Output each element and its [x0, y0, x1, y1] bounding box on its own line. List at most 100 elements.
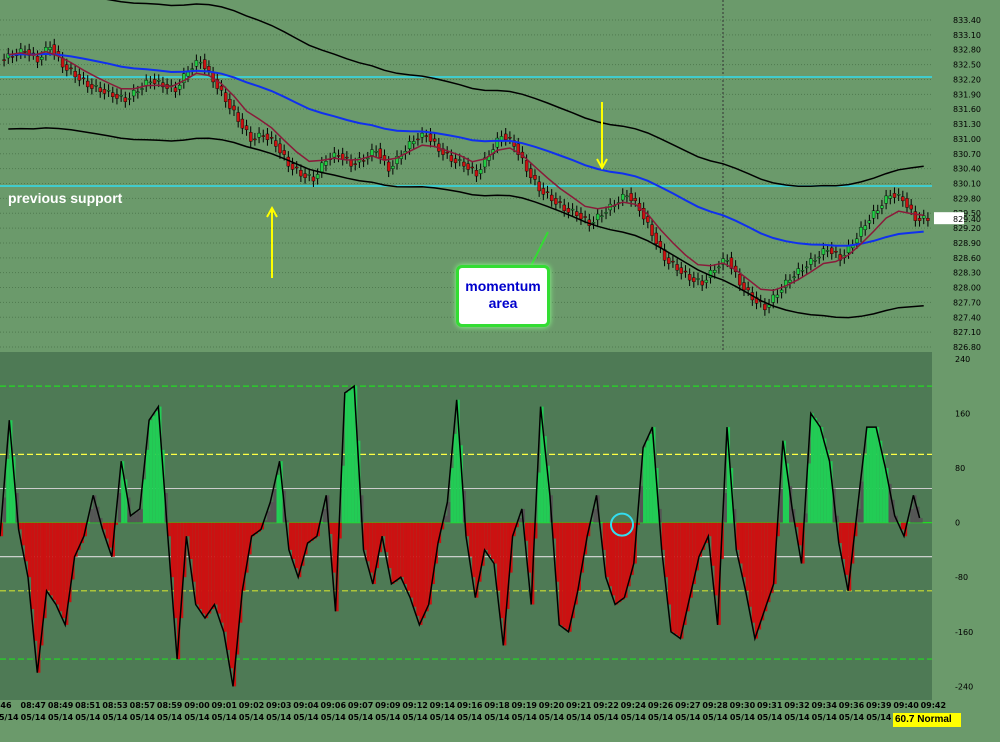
candle	[361, 160, 366, 162]
osc-bar	[472, 522, 476, 578]
candle	[111, 92, 115, 97]
osc-bar	[910, 508, 914, 523]
time-tick-label: 09:26	[648, 701, 674, 710]
candle	[633, 198, 637, 202]
candle	[692, 277, 696, 282]
osc-bar	[764, 522, 768, 612]
price-tick-label: 832.80	[953, 46, 981, 55]
candle	[148, 81, 153, 84]
candle	[830, 247, 834, 254]
osc-bar	[817, 422, 821, 523]
time-tick-label: 09:34	[812, 701, 838, 710]
osc-bar	[403, 522, 407, 584]
candle	[35, 56, 40, 63]
momentum-line2: area	[488, 295, 518, 311]
candle	[834, 251, 838, 253]
osc-bar	[860, 481, 864, 523]
osc-bar	[31, 522, 35, 610]
time-tick-label: 09:27	[675, 701, 700, 710]
osc-bar	[195, 522, 199, 605]
time-tick-label: 09:09	[375, 701, 401, 710]
time-tick-label: 08:53	[102, 701, 127, 710]
candle	[445, 151, 449, 154]
candle	[871, 210, 876, 219]
osc-bar	[767, 522, 771, 603]
candle	[922, 215, 926, 219]
osc-bar	[500, 522, 504, 619]
osc-bar	[841, 522, 846, 559]
candle	[884, 195, 888, 204]
osc-bar	[453, 433, 457, 523]
candle	[545, 191, 550, 193]
candle	[458, 159, 462, 161]
time-tick-label: 09:28	[702, 701, 728, 710]
ma-maroon-line	[8, 50, 924, 292]
status-badge: 60.7 Normal	[893, 713, 961, 727]
time-tick-label: 09:04	[293, 701, 319, 710]
candle	[311, 176, 316, 182]
price-tick-label: 826.80	[953, 343, 981, 352]
candle	[23, 51, 27, 53]
candle	[332, 152, 337, 158]
osc-bar	[413, 522, 417, 607]
candle	[152, 79, 157, 84]
price-tick-label: 829.20	[953, 224, 981, 233]
candle	[257, 132, 261, 138]
candle	[336, 155, 341, 157]
osc-bar	[525, 522, 529, 541]
osc-bar	[136, 511, 140, 523]
osc-bar	[671, 522, 675, 632]
osc-bar	[487, 522, 491, 555]
candle	[876, 210, 880, 214]
candle	[391, 165, 395, 169]
osc-bar	[55, 522, 60, 605]
osc-tick-label: -80	[955, 573, 968, 582]
price-tick-label: 830.70	[953, 150, 981, 159]
candle	[386, 161, 391, 172]
candle	[106, 89, 111, 92]
osc-bar	[562, 522, 566, 628]
candle	[420, 132, 424, 138]
candle	[495, 137, 500, 148]
osc-bar	[568, 522, 572, 632]
time-tick-label: 09:21	[566, 701, 592, 710]
candle	[917, 217, 922, 221]
candle	[140, 88, 144, 90]
candle	[533, 175, 537, 180]
candle	[796, 268, 801, 275]
osc-bar	[761, 522, 765, 621]
price-tick-label: 827.10	[953, 328, 981, 337]
date-tick-label: 05/14	[730, 713, 756, 722]
date-tick-label: 05/14	[430, 713, 456, 722]
osc-bar	[332, 522, 336, 573]
candle	[157, 80, 161, 82]
candle	[859, 227, 863, 237]
time-tick-label: 09:02	[239, 701, 264, 710]
candle	[131, 89, 136, 97]
candle	[315, 174, 320, 179]
date-tick-label: 05/14	[130, 713, 156, 722]
price-tick-label: 831.60	[953, 105, 981, 114]
candle	[504, 133, 508, 140]
osc-bar	[385, 522, 389, 553]
osc-bar	[900, 522, 905, 530]
candle	[123, 97, 128, 102]
osc-bar	[798, 522, 802, 546]
osc-bar	[273, 488, 277, 523]
osc-bar	[919, 518, 923, 523]
osc-bar	[341, 465, 345, 523]
time-tick-label: 09:22	[593, 701, 618, 710]
osc-bar	[683, 522, 687, 625]
osc-bar	[711, 522, 715, 566]
candle	[69, 67, 73, 70]
date-tick-label: 05/14	[184, 713, 210, 722]
time-tick-label: 09:19	[511, 701, 537, 710]
osc-tick-label: 240	[955, 355, 970, 364]
candle	[353, 163, 357, 165]
osc-bar	[217, 522, 221, 614]
osc-bar	[170, 522, 174, 578]
candle	[307, 174, 311, 176]
time-tick-label: 09:12	[402, 701, 427, 710]
candle	[892, 193, 897, 198]
osc-bar	[270, 502, 274, 523]
